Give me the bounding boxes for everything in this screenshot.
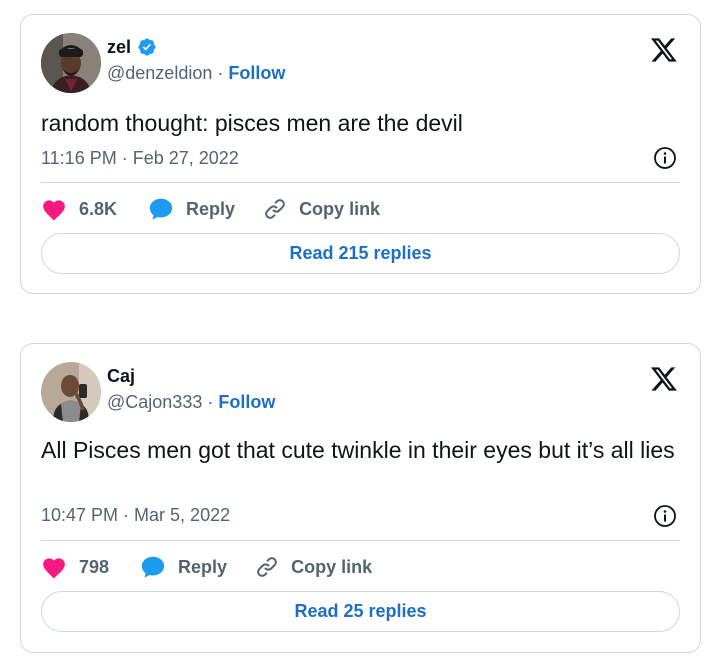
author-handle[interactable]: @denzeldion xyxy=(107,63,212,83)
copy-link-label: Copy link xyxy=(291,556,373,577)
reply-button[interactable]: Reply xyxy=(140,554,227,580)
reply-button[interactable]: Reply xyxy=(148,196,235,222)
verified-badge-icon xyxy=(137,37,157,57)
divider xyxy=(41,182,680,183)
like-button[interactable]: 6.8K xyxy=(41,196,117,222)
author-info: zel @denzeldion · Follow xyxy=(107,35,285,84)
copy-link-button[interactable]: Copy link xyxy=(263,196,380,222)
x-logo-icon[interactable] xyxy=(650,366,678,392)
tweet-text: random thought: pisces men are the devil xyxy=(41,110,463,136)
tweet-actions: 6.8K Reply Copy link xyxy=(41,196,380,222)
x-logo-icon[interactable] xyxy=(650,37,678,63)
link-icon xyxy=(263,197,287,221)
author-name[interactable]: Caj xyxy=(107,366,135,387)
reply-label: Reply xyxy=(186,198,236,219)
tweet-timestamp[interactable]: 11:16 PM · Feb 27, 2022 xyxy=(41,148,239,169)
copy-link-button[interactable]: Copy link xyxy=(255,554,372,580)
divider xyxy=(41,540,680,541)
link-icon xyxy=(255,555,279,579)
tweet-timestamp[interactable]: 10:47 PM · Mar 5, 2022 xyxy=(41,505,230,526)
like-count: 798 xyxy=(79,556,110,577)
speech-bubble-icon xyxy=(148,196,174,222)
author-name[interactable]: zel xyxy=(107,37,131,58)
separator: · xyxy=(202,392,219,412)
read-replies-button[interactable]: Read 25 replies xyxy=(41,591,680,632)
copy-link-label: Copy link xyxy=(299,198,381,219)
reply-label: Reply xyxy=(178,556,228,577)
like-button[interactable]: 798 xyxy=(41,554,109,580)
author-info: Caj @Cajon333 · Follow xyxy=(107,364,275,413)
info-icon[interactable] xyxy=(653,504,677,528)
avatar[interactable] xyxy=(41,33,101,93)
like-count: 6.8K xyxy=(79,198,118,219)
info-icon[interactable] xyxy=(653,146,677,170)
speech-bubble-icon xyxy=(140,554,166,580)
tweet-card: Caj @Cajon333 · Follow All Pisces men go… xyxy=(20,343,701,653)
avatar[interactable] xyxy=(41,362,101,422)
tweet-text: All Pisces men got that cute twinkle in … xyxy=(41,437,675,463)
separator: · xyxy=(212,63,229,83)
tweet-card: zel @denzeldion · Follow random thought:… xyxy=(20,14,701,294)
author-handle[interactable]: @Cajon333 xyxy=(107,392,202,412)
heart-icon xyxy=(41,555,67,579)
follow-button[interactable]: Follow xyxy=(218,392,275,412)
heart-icon xyxy=(41,197,67,221)
tweet-actions: 798 Reply Copy link xyxy=(41,554,372,580)
follow-button[interactable]: Follow xyxy=(228,63,285,83)
read-replies-button[interactable]: Read 215 replies xyxy=(41,233,680,274)
